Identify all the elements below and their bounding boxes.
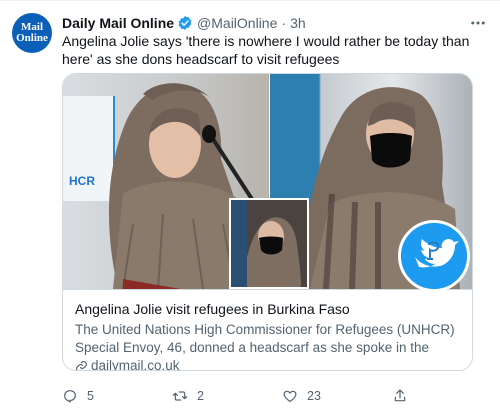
more-horizontal-icon xyxy=(471,21,485,25)
reply-button[interactable]: 5 xyxy=(62,388,94,404)
reply-icon xyxy=(64,390,76,403)
like-button[interactable]: 23 xyxy=(282,388,321,404)
heart-icon xyxy=(283,390,297,402)
link-card[interactable]: HCR Angelina Jolie visit refugees in Bur… xyxy=(62,73,473,371)
twitter-bird-watermark-icon xyxy=(401,223,467,289)
inset-woman-mask xyxy=(231,200,307,287)
card-title: Angelina Jolie visit refugees in Burkina… xyxy=(75,301,350,317)
card-caption[interactable]: Angelina Jolie visit refugees in Burkina… xyxy=(63,289,472,371)
tweet-text: Angelina Jolie says 'there is nowhere I … xyxy=(62,33,470,67)
tweet-actions: 5 2 23 xyxy=(62,386,487,406)
reply-count: 5 xyxy=(87,389,94,403)
handle[interactable]: @MailOnline xyxy=(197,15,277,31)
card-domain-text: dailymail.co.uk xyxy=(91,358,180,371)
verified-badge-icon xyxy=(178,16,192,30)
like-count: 23 xyxy=(307,389,321,403)
card-domain[interactable]: dailymail.co.uk xyxy=(75,357,462,371)
share-icon xyxy=(394,389,406,402)
avatar-text-online: Online xyxy=(16,32,48,44)
watermark-logo xyxy=(398,220,470,292)
separator: · xyxy=(281,15,287,31)
tweet[interactable]: Mail Online Daily Mail Online @MailOnlin… xyxy=(0,0,500,415)
retweet-icon xyxy=(172,391,188,401)
retweet-count: 2 xyxy=(197,389,204,403)
display-name[interactable]: Daily Mail Online xyxy=(62,15,174,31)
photo-inset xyxy=(229,198,309,289)
share-button[interactable] xyxy=(392,388,417,404)
retweet-button[interactable]: 2 xyxy=(172,388,204,404)
timestamp[interactable]: 3h xyxy=(290,15,306,31)
tweet-header: Daily Mail Online @MailOnline · 3h xyxy=(62,13,488,33)
card-description: The United Nations High Commissioner for… xyxy=(75,322,455,355)
link-icon xyxy=(76,360,87,370)
avatar[interactable]: Mail Online xyxy=(12,13,52,53)
more-options-button[interactable] xyxy=(468,13,488,33)
